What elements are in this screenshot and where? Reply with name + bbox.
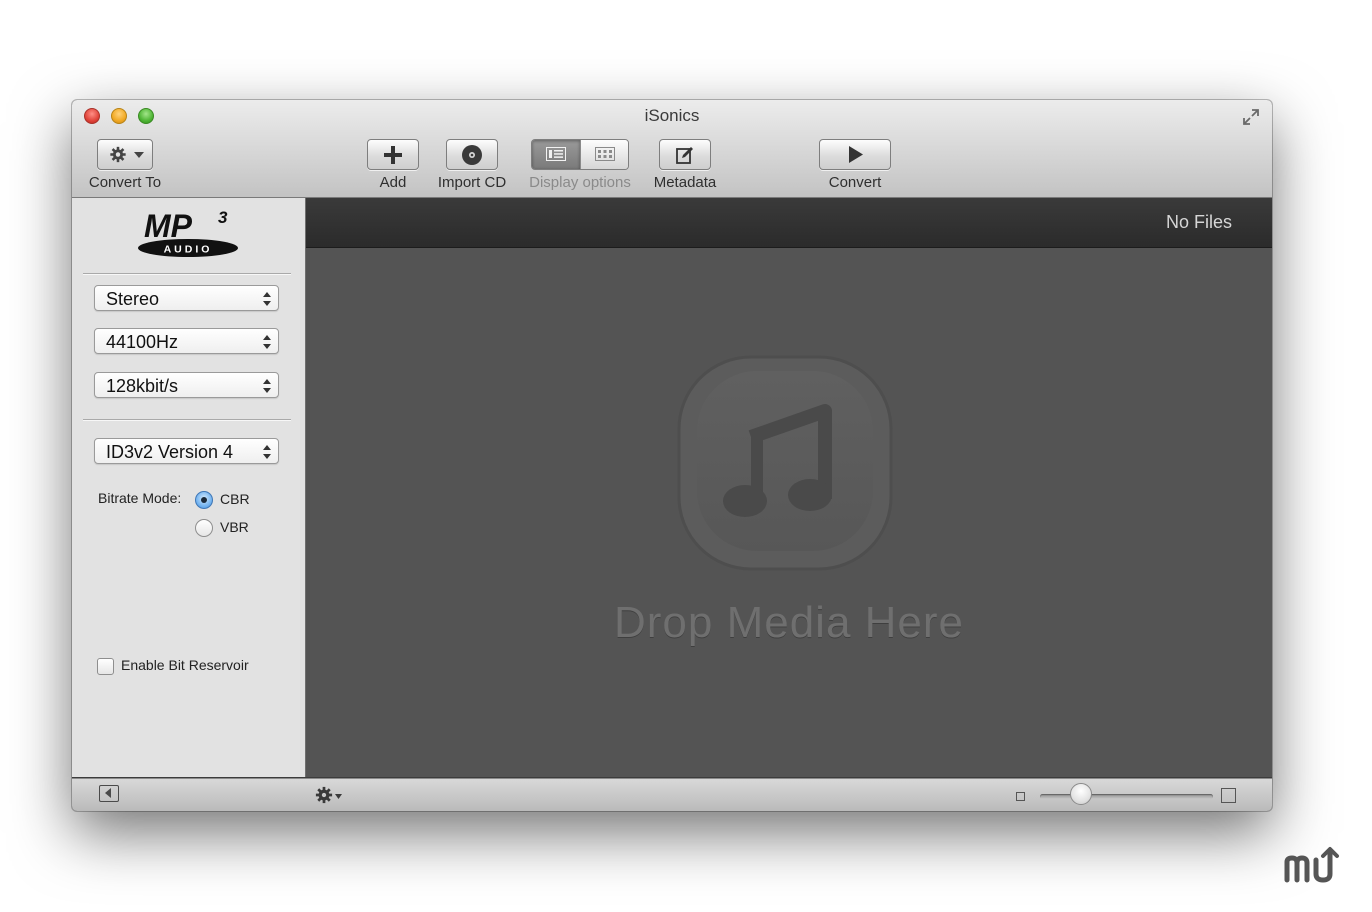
window-title: iSonics: [644, 106, 700, 125]
add-button[interactable]: [367, 139, 419, 170]
zoom-out-icon[interactable]: [1016, 792, 1025, 801]
id3-version-value: ID3v2 Version 4: [106, 442, 234, 462]
zoom-in-icon[interactable]: [1221, 788, 1236, 803]
cbr-label: CBR: [220, 491, 250, 507]
bit-reservoir-label: Enable Bit Reservoir: [121, 657, 249, 673]
import-cd-item[interactable]: Import CD: [430, 139, 514, 191]
bit-reservoir-checkbox[interactable]: [97, 658, 114, 675]
fullscreen-icon[interactable]: [1242, 108, 1260, 126]
sidebar-toggle-icon[interactable]: [99, 785, 119, 802]
plus-icon: [384, 146, 402, 164]
convert-item[interactable]: Convert: [816, 139, 894, 191]
grid-view-icon: [594, 147, 615, 161]
gear-icon: [110, 146, 126, 163]
logo-text: MP: [144, 208, 193, 244]
zoom-slider-knob[interactable]: [1070, 783, 1093, 805]
cd-icon: [462, 145, 482, 165]
display-options-segmented[interactable]: [531, 139, 629, 170]
bitrate-mode-label: Bitrate Mode:: [98, 490, 182, 506]
bitrate-popup[interactable]: 128kbit/s: [94, 372, 279, 398]
display-options-label: Display options: [529, 174, 631, 191]
grid-view-segment[interactable]: [579, 140, 628, 169]
sample-rate-popup[interactable]: 44100Hz: [94, 328, 279, 354]
drop-zone[interactable]: Drop Media Here: [306, 248, 1272, 777]
gear-icon: [315, 786, 333, 804]
divider: [83, 419, 291, 421]
vbr-label: VBR: [220, 519, 249, 535]
divider: [83, 273, 291, 275]
edit-icon: [676, 147, 693, 164]
id3-version-popup[interactable]: ID3v2 Version 4: [94, 438, 279, 464]
macupdate-watermark: [1284, 847, 1339, 883]
convert-label: Convert: [828, 174, 882, 191]
display-options-item[interactable]: Display options: [520, 139, 640, 191]
zoom-slider-track[interactable]: [1040, 794, 1213, 799]
list-view-icon: [546, 147, 566, 161]
bitrate-value: 128kbit/s: [106, 376, 179, 396]
bottom-bar: [72, 778, 1272, 811]
file-count: No Files: [1165, 212, 1232, 232]
app-window: iSonics Convert To Add Import CD Display…: [72, 100, 1272, 811]
drop-media-text: Drop Media Here: [613, 598, 965, 647]
add-item[interactable]: Add: [362, 139, 424, 191]
titlebar-toolbar: iSonics Convert To Add Import CD Display…: [72, 100, 1272, 198]
chevron-down-icon: [335, 794, 342, 799]
metadata-item[interactable]: Metadata: [646, 139, 724, 191]
sample-rate-value: 44100Hz: [106, 332, 179, 352]
convert-to-item[interactable]: Convert To: [84, 139, 166, 191]
file-list-header: No Files: [306, 198, 1272, 248]
popup-arrows-icon: [263, 335, 271, 349]
settings-sidebar: MP 3 AUDIO Stereo 44100Hz 128kbit/s ID3v…: [72, 198, 306, 777]
mp3-audio-logo: MP 3 AUDIO: [138, 208, 238, 257]
channels-value: Stereo: [106, 289, 160, 309]
import-cd-button[interactable]: [446, 139, 498, 170]
popup-arrows-icon: [263, 445, 271, 459]
popup-arrows-icon: [263, 379, 271, 393]
logo-subtext: AUDIO: [164, 244, 213, 256]
logo-superscript: 3: [218, 208, 228, 227]
convert-to-label: Convert To: [88, 174, 162, 191]
channels-popup[interactable]: Stereo: [94, 285, 279, 311]
music-note-icon: [677, 355, 893, 571]
import-cd-label: Import CD: [437, 174, 507, 191]
action-menu-button[interactable]: [315, 786, 345, 804]
metadata-label: Metadata: [653, 174, 717, 191]
convert-button[interactable]: [819, 139, 891, 170]
chevron-down-icon: [134, 152, 144, 158]
add-label: Add: [379, 174, 407, 191]
play-icon: [849, 146, 863, 163]
metadata-button[interactable]: [659, 139, 711, 170]
list-view-segment[interactable]: [532, 140, 580, 169]
popup-arrows-icon: [263, 292, 271, 306]
vbr-radio[interactable]: [195, 519, 213, 537]
cbr-radio[interactable]: [195, 491, 213, 509]
convert-to-button[interactable]: [97, 139, 153, 170]
